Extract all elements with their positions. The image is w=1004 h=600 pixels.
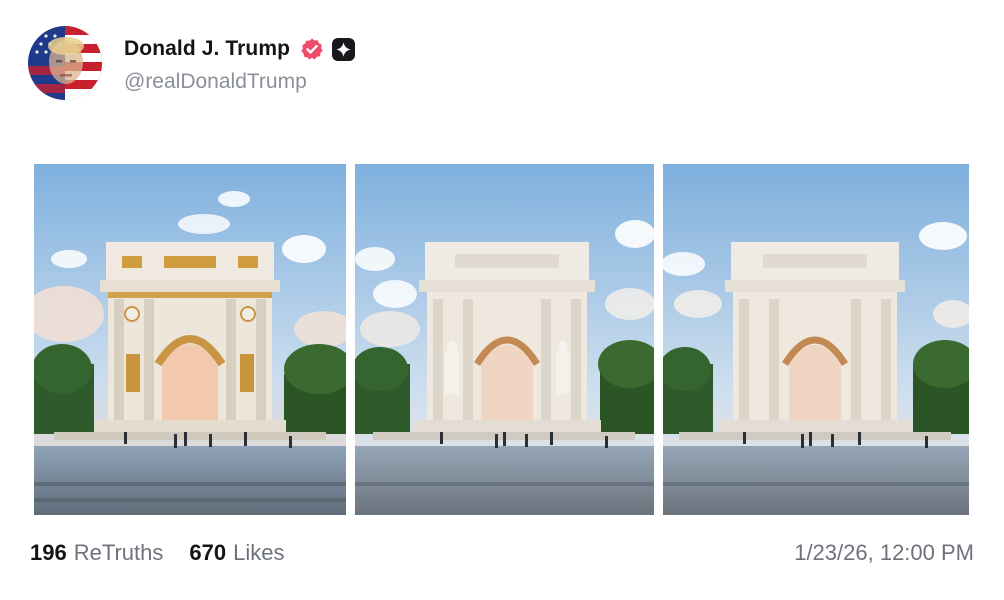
likes-label[interactable]: Likes [233,540,284,566]
arch-gilded-image[interactable] [34,164,346,515]
name-row: Donald J. Trump [124,34,356,64]
author-identity: Donald J. Trump @realDonaldTrump [124,34,356,94]
retruths-label[interactable]: ReTruths [74,540,164,566]
plus-icon [332,37,356,61]
author-name[interactable]: Donald J. Trump [124,37,290,61]
post-header: Donald J. Trump @realDonaldTrump [28,26,356,106]
author-handle[interactable]: @realDonaldTrump [124,70,355,94]
post-timestamp: 1/23/26, 12:00 PM [794,540,974,565]
arch-plain-image[interactable] [663,164,969,515]
retruths-count[interactable]: 196 [30,540,67,566]
engagement-stats: 196 ReTruths 670 Likes [30,540,284,566]
image-gallery [34,164,969,515]
avatar[interactable] [28,26,102,100]
likes-count[interactable]: 670 [189,540,226,566]
verified-icon [300,37,324,61]
arch-statues-image[interactable] [355,164,654,515]
